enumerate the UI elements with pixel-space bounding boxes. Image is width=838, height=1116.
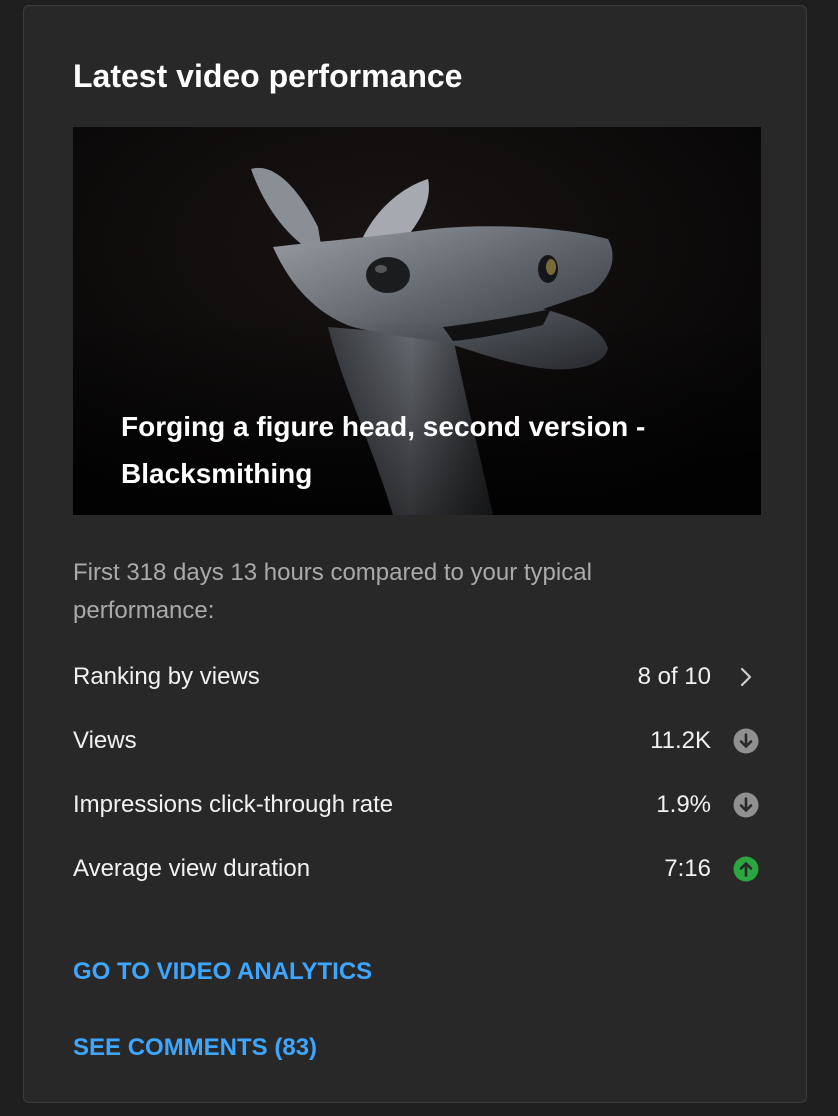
go-to-video-analytics-link[interactable]: GO TO VIDEO ANALYTICS: [73, 957, 372, 987]
metric-impressions-ctr: Impressions click-through rate 1.9%: [73, 776, 763, 840]
metric-label: Average view duration: [73, 855, 311, 882]
arrow-up-circle-icon: [733, 856, 759, 882]
metric-value: 7:16: [664, 855, 711, 882]
metric-views: Views 11.2K: [73, 712, 763, 776]
comparison-text: First 318 days 13 hours compared to your…: [73, 559, 592, 624]
metric-label: Views: [73, 727, 137, 754]
video-title[interactable]: Forging a figure head, second version - …: [121, 403, 681, 497]
metric-value: 1.9%: [656, 791, 711, 818]
latest-video-performance-card: Latest video performance Forging a figur…: [23, 5, 807, 1103]
see-comments-link[interactable]: SEE COMMENTS (83): [73, 1033, 317, 1063]
metric-label: Impressions click-through rate: [73, 791, 394, 818]
arrow-down-circle-icon: [733, 728, 759, 754]
chevron-right-icon[interactable]: [733, 664, 759, 690]
metric-label: Ranking by views: [73, 663, 260, 690]
metric-value: 8 of 10: [637, 663, 711, 690]
metric-average-view-duration: Average view duration 7:16: [73, 840, 763, 904]
metric-ranking-by-views[interactable]: Ranking by views 8 of 10: [73, 648, 763, 712]
metric-value: 11.2K: [650, 727, 711, 754]
arrow-down-circle-icon: [733, 792, 759, 818]
card-title: Latest video performance: [73, 58, 463, 94]
metrics-list: Ranking by views 8 of 10 Views 11.2K Imp…: [73, 648, 763, 904]
video-thumbnail[interactable]: Forging a figure head, second version - …: [73, 127, 761, 515]
